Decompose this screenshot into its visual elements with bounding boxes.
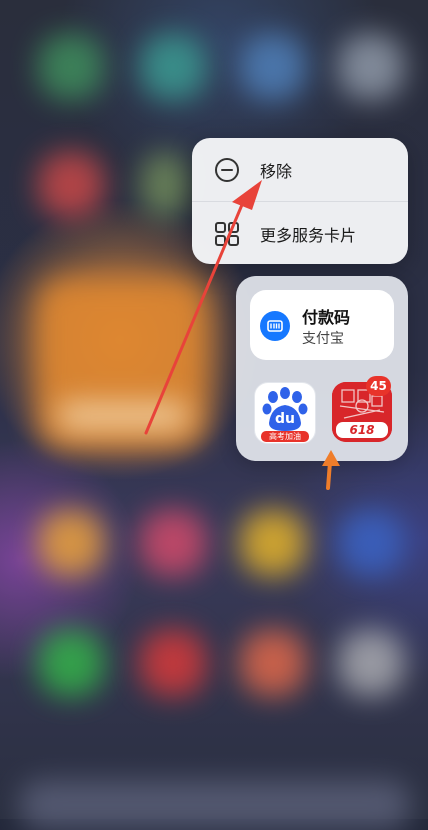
- remove-label: 移除: [260, 161, 293, 181]
- notification-badge: 45: [366, 376, 391, 396]
- payment-code-title: 付款码: [302, 308, 351, 327]
- payment-code-card[interactable]: 付款码 支付宝: [250, 290, 394, 360]
- more-service-cards-label: 更多服务卡片: [260, 225, 357, 245]
- jd-618-text: 618: [349, 423, 375, 437]
- remove-menu-item[interactable]: 移除: [192, 138, 408, 201]
- baidu-caption: 高考加油: [269, 432, 301, 441]
- grid-icon: [214, 221, 240, 247]
- more-service-cards-menu-item[interactable]: 更多服务卡片: [192, 202, 408, 265]
- minus-circle-icon: [214, 157, 240, 183]
- payment-code-subtitle: 支付宝: [302, 331, 344, 347]
- alipay-icon: [260, 311, 290, 341]
- baidu-brand-text: du: [275, 411, 295, 427]
- context-menu: 移除 更多服务卡片: [192, 138, 408, 264]
- service-widget[interactable]: 付款码 支付宝 du 高考加油 618: [236, 276, 408, 461]
- baidu-app-icon[interactable]: du 高考加油: [254, 382, 316, 444]
